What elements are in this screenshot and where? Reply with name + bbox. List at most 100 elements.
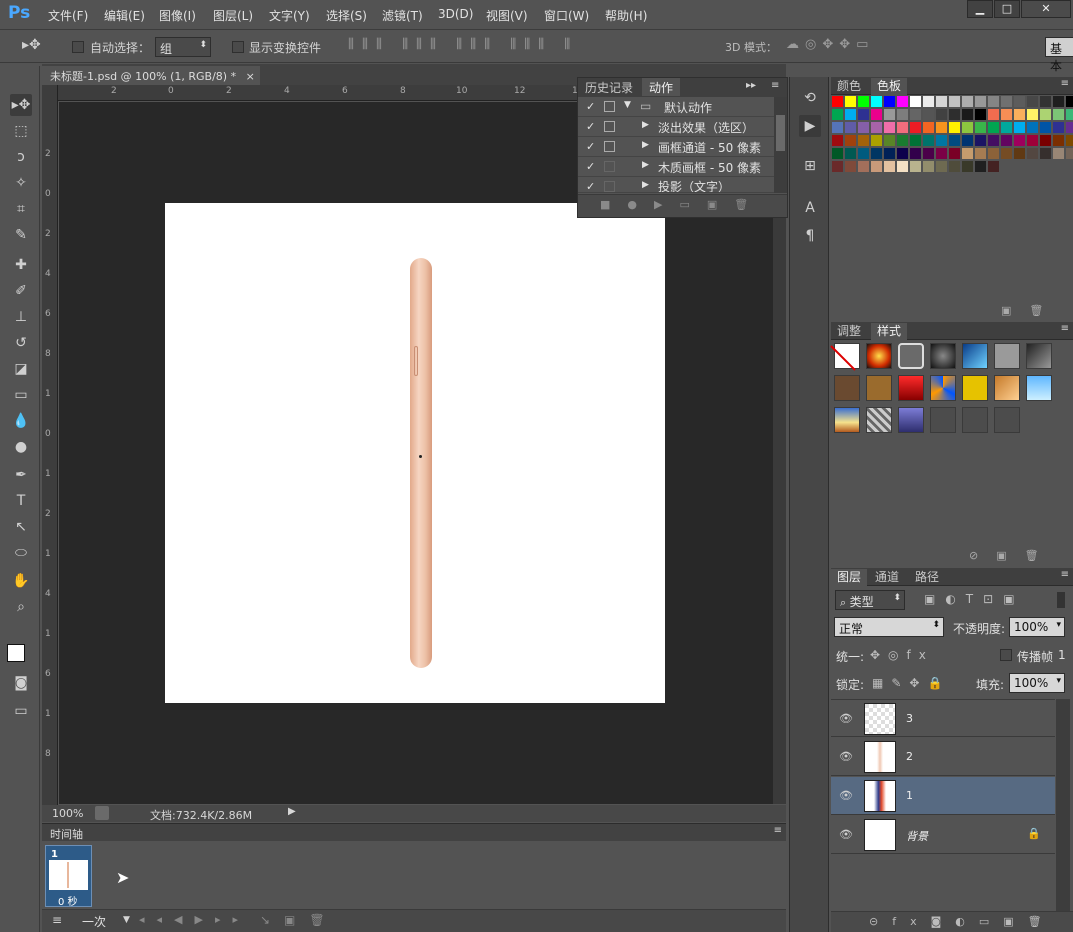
color-swatch[interactable] [1014, 109, 1025, 120]
color-swatch[interactable] [897, 109, 908, 120]
tab-layers[interactable]: 图层 [831, 569, 868, 586]
color-swatch[interactable] [1014, 148, 1025, 159]
layers-menu-icon[interactable]: ≡ [1061, 569, 1069, 580]
visibility-eye-icon[interactable]: 👁 [839, 789, 853, 803]
paragraph-panel-icon[interactable]: ¶ [799, 225, 821, 247]
color-swatch[interactable] [832, 122, 843, 133]
menu-view[interactable]: 视图(V) [486, 7, 528, 24]
layer-row[interactable]: 👁 3 [831, 699, 1055, 737]
color-swatch[interactable] [949, 109, 960, 120]
workspace-switcher[interactable]: 基本 [1045, 37, 1073, 73]
move-tool-preset-icon[interactable]: ▸✥ [22, 37, 41, 53]
color-swatch[interactable] [1014, 96, 1025, 107]
style-swatch[interactable] [866, 343, 892, 369]
layer-actions[interactable]: ⊝fx◙◐▭▣🗑 [869, 915, 1056, 928]
color-swatch[interactable] [897, 148, 908, 159]
fill-field[interactable]: 100% ▾ [1009, 673, 1065, 693]
color-swatch[interactable] [975, 109, 986, 120]
actions-scrollbar[interactable] [774, 97, 787, 193]
tab-adjustments[interactable]: 调整 [831, 323, 867, 340]
color-swatch[interactable] [1040, 135, 1051, 146]
swatch-actions[interactable]: ▣🗑 [1001, 304, 1061, 317]
style-swatch[interactable] [834, 375, 860, 401]
color-swatch[interactable] [884, 96, 895, 107]
styles-menu-icon[interactable]: ≡ [1061, 323, 1069, 334]
color-swatch[interactable] [910, 96, 921, 107]
color-swatch[interactable] [1053, 135, 1064, 146]
color-swatch[interactable] [1027, 148, 1038, 159]
layers-scrollbar[interactable] [1056, 699, 1070, 911]
color-swatch[interactable] [897, 135, 908, 146]
expand-icon[interactable]: ▶ [642, 140, 649, 150]
style-actions[interactable]: ⊘▣🗑 [969, 549, 1057, 562]
color-swatch[interactable] [884, 109, 895, 120]
color-swatch[interactable] [936, 96, 947, 107]
color-swatch[interactable] [1001, 96, 1012, 107]
color-swatch[interactable] [962, 122, 973, 133]
color-swatch[interactable] [910, 148, 921, 159]
color-swatch[interactable] [923, 96, 934, 107]
zoom-level[interactable]: 100% [52, 807, 83, 820]
color-swatch[interactable] [897, 161, 908, 172]
hand-tool-icon[interactable]: ✋ [10, 570, 32, 592]
foreground-color-swatch[interactable] [7, 644, 25, 662]
layer-row[interactable]: 👁 2 [831, 738, 1055, 776]
style-swatch[interactable] [962, 375, 988, 401]
tab-history[interactable]: 历史记录 [578, 78, 640, 96]
color-swatch[interactable] [871, 135, 882, 146]
color-swatch[interactable] [832, 135, 843, 146]
menu-image[interactable]: 图像(I) [159, 7, 196, 24]
dodge-tool-icon[interactable]: ● [10, 436, 32, 458]
actions-panel-icon[interactable]: ▶ [799, 115, 821, 137]
color-swatch[interactable] [897, 122, 908, 133]
color-swatch[interactable] [1066, 109, 1073, 120]
style-swatch[interactable] [930, 343, 956, 369]
style-none[interactable] [830, 343, 860, 371]
color-swatch[interactable] [845, 109, 856, 120]
check-icon[interactable]: ✓ [586, 160, 595, 173]
color-swatch[interactable] [1001, 109, 1012, 120]
blend-mode-dropdown[interactable]: 正常 ⬍ [834, 617, 944, 637]
dialog-toggle-icon[interactable] [604, 181, 615, 192]
collapse-panel-icon[interactable]: ▸▸ [746, 80, 756, 91]
ellipse-tool-icon[interactable]: ⬭ [10, 542, 32, 564]
color-swatch[interactable] [1053, 96, 1064, 107]
color-swatch[interactable] [845, 96, 856, 107]
close-button[interactable]: ✕ [1021, 0, 1071, 18]
path-select-icon[interactable]: ↖ [10, 516, 32, 538]
color-swatch[interactable] [845, 135, 856, 146]
propagate-checkbox[interactable] [1000, 649, 1012, 661]
filter-toggle[interactable] [1057, 592, 1065, 608]
auto-select-checkbox[interactable] [72, 41, 84, 53]
color-swatch[interactable] [1027, 109, 1038, 120]
color-swatch[interactable] [1066, 148, 1073, 159]
color-swatch[interactable] [936, 148, 947, 159]
color-swatch[interactable] [988, 122, 999, 133]
auto-select-dropdown[interactable]: 组 ⬍ [155, 37, 211, 57]
color-swatch[interactable] [910, 109, 921, 120]
lasso-tool-icon[interactable]: ↄ [10, 146, 32, 168]
crop-tool-icon[interactable]: ⌗ [10, 198, 32, 220]
expand-icon[interactable]: ▼ [624, 100, 631, 110]
menu-help[interactable]: 帮助(H) [605, 7, 647, 24]
color-swatch[interactable] [858, 135, 869, 146]
tab-channels[interactable]: 通道 [869, 569, 905, 586]
color-swatch[interactable] [1014, 122, 1025, 133]
type-tool-icon[interactable]: T [10, 490, 32, 512]
dialog-toggle-icon[interactable] [604, 121, 615, 132]
color-swatch[interactable] [1053, 148, 1064, 159]
marquee-tool-icon[interactable]: ⬚ [10, 120, 32, 142]
color-swatch[interactable] [871, 148, 882, 159]
color-swatch[interactable] [962, 96, 973, 107]
color-swatch[interactable] [871, 109, 882, 120]
dialog-toggle-icon[interactable] [604, 161, 615, 172]
layer-row[interactable]: 👁 背景 🔒 [831, 816, 1055, 854]
screen-mode-icon[interactable]: ▭ [10, 700, 32, 722]
maximize-button[interactable]: □ [994, 0, 1020, 18]
pen-tool-icon[interactable]: ✒ [10, 464, 32, 486]
blur-tool-icon[interactable]: 💧 [10, 410, 32, 432]
color-swatch[interactable] [910, 122, 921, 133]
document-tab[interactable]: 未标题-1.psd @ 100% (1, RGB/8) * × [42, 66, 260, 85]
style-swatch[interactable] [962, 343, 988, 369]
menu-file[interactable]: 文件(F) [48, 7, 88, 24]
